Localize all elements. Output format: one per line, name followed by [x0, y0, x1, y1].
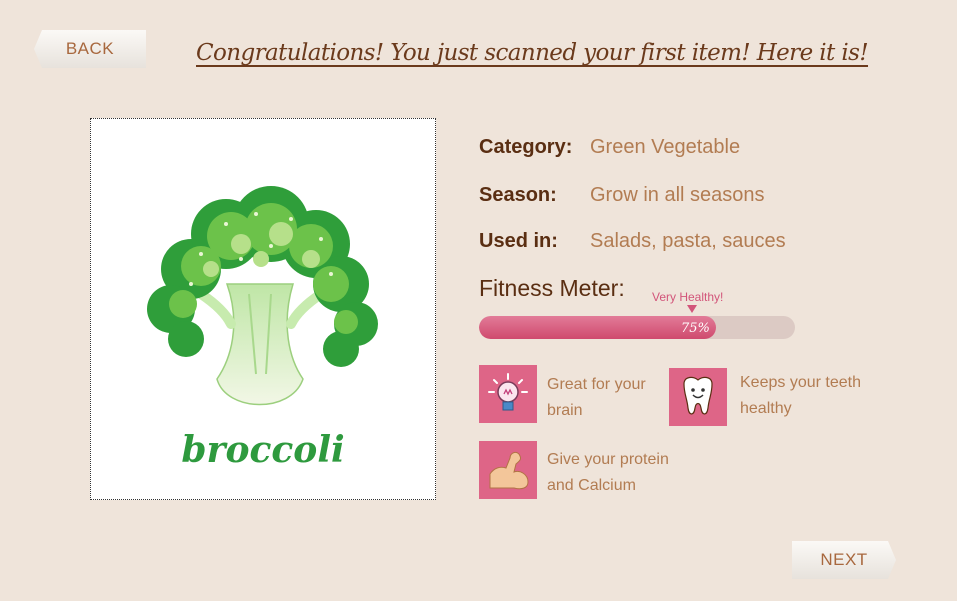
benefit-brain-line2: brain	[547, 402, 583, 419]
fitness-meter-value: 75%	[681, 321, 710, 336]
season-value: Grow in all seasons	[590, 184, 765, 206]
fitness-meter-title: Fitness Meter:	[479, 275, 625, 301]
benefit-protein-line1: Give your protein	[547, 451, 669, 468]
item-name: broccoli	[181, 429, 345, 471]
back-button-label: BACK	[65, 39, 115, 58]
benefit-brain-line1: Great for your	[547, 376, 646, 393]
benefit-protein-line2: and Calcium	[547, 477, 636, 494]
season-label: Season:	[479, 184, 557, 206]
item-image-card: broccoli	[90, 118, 436, 500]
page-headline: Congratulations! You just scanned your f…	[196, 40, 869, 66]
next-button[interactable]: NEXT	[792, 541, 896, 579]
category-value: Green Vegetable	[590, 136, 741, 158]
category-label: Category:	[479, 136, 573, 158]
used-in-label: Used in:	[479, 230, 558, 252]
fitness-marker-arrow-icon	[687, 305, 697, 313]
muscle-arm-icon	[479, 441, 537, 499]
next-button-label: NEXT	[820, 550, 868, 569]
benefit-brain: Great for your brain	[547, 372, 646, 424]
benefit-protein: Give your protein and Calcium	[547, 447, 669, 499]
benefit-teeth: Keeps your teeth healthy	[740, 370, 861, 422]
benefit-teeth-line2: healthy	[740, 400, 792, 417]
lightbulb-icon	[479, 365, 537, 423]
fitness-marker-label: Very Healthy!	[652, 290, 724, 304]
broccoli-illustration-icon	[147, 186, 378, 406]
back-button[interactable]: BACK	[34, 30, 146, 68]
used-in-value: Salads, pasta, sauces	[590, 230, 786, 252]
tooth-icon	[669, 368, 727, 426]
fitness-meter-bar	[479, 316, 795, 339]
benefit-teeth-line1: Keeps your teeth	[740, 374, 861, 391]
